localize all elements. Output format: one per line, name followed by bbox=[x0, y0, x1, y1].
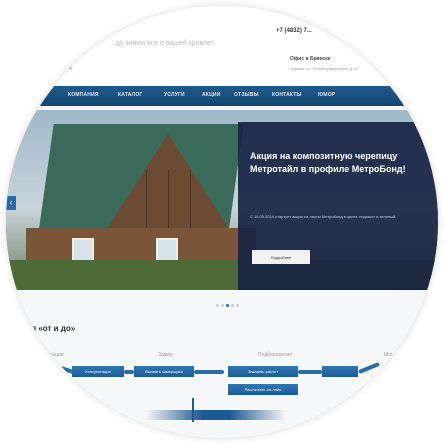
promo-text: С 18.05.2014 стартует акция на листы Мет… bbox=[250, 214, 397, 219]
nav-item-contacts[interactable]: КОНТАКТЫ bbox=[272, 92, 302, 98]
promo-title: Акция на композитную черепицу Метротайл … bbox=[250, 151, 406, 174]
header-office: Офис в Брянске bbox=[290, 56, 331, 62]
step-connector bbox=[358, 362, 380, 374]
installation-button[interactable] bbox=[322, 366, 358, 377]
nav-item-promotions[interactable]: АКЦИИ bbox=[202, 92, 221, 98]
call-measurer-button[interactable]: Вызвать замерщика bbox=[134, 366, 194, 377]
magnified-screenshot: ш ...ду знаем все о вашей кровле! +7 (48… bbox=[6, 6, 438, 438]
step-connector bbox=[194, 370, 224, 374]
slider-dots bbox=[216, 294, 241, 312]
nav-item-catalog[interactable]: КАТАЛОГ bbox=[118, 92, 142, 98]
step-label-measure: Замер bbox=[158, 352, 173, 358]
slider-dot[interactable] bbox=[231, 304, 234, 307]
header-tagline: ...ду знаем все о вашей кровле! bbox=[110, 40, 214, 47]
section-title: ...овля «от и до» bbox=[10, 324, 76, 333]
slider-dot-active[interactable] bbox=[226, 304, 229, 307]
hero-slider: ‹ Акция на композитную черепицу Метротай… bbox=[6, 110, 438, 290]
header-phone[interactable]: +7 (4832) 7... bbox=[276, 28, 312, 34]
step-connector bbox=[298, 370, 322, 374]
search-input[interactable] bbox=[410, 90, 438, 102]
calculate-online-button[interactable]: Рассчитать он-лайн bbox=[228, 384, 298, 395]
slider-dot[interactable] bbox=[236, 304, 239, 307]
logo-fragment[interactable]: ш bbox=[66, 64, 72, 71]
promo-more-button[interactable]: Подробнее bbox=[252, 250, 310, 264]
promo-panel: Акция на композитную черепицу Метротайл … bbox=[238, 122, 438, 290]
site-header: ш ...ду знаем все о вашей кровле! +7 (48… bbox=[6, 6, 438, 84]
consultation-button[interactable]: Консультация bbox=[72, 366, 124, 377]
nav-item-company[interactable]: КОМПАНИЯ bbox=[68, 92, 99, 98]
nav-item-reviews[interactable]: ОТЗЫВЫ bbox=[234, 92, 259, 98]
step-label-installation: Монта... bbox=[384, 352, 403, 358]
header-address: г. Брянск, ул. Станке Димитрова, д. 67 bbox=[288, 66, 359, 71]
nav-item-humor[interactable]: ЮМОР bbox=[318, 92, 335, 98]
step-connector bbox=[124, 370, 134, 374]
step-label-consultation: ...сультация bbox=[36, 352, 64, 358]
section-divider-stem bbox=[192, 398, 194, 422]
slider-prev-arrow-icon[interactable]: ‹ bbox=[6, 196, 16, 210]
step-label-calculation: Подбор-расчет bbox=[258, 352, 293, 358]
slider-dot[interactable] bbox=[221, 304, 224, 307]
slider-dot[interactable] bbox=[216, 304, 219, 307]
main-nav: КОМПАНИЯ КАТАЛОГ УСЛУГИ АКЦИИ ОТЗЫВЫ КОН… bbox=[6, 86, 438, 106]
nav-item-services[interactable]: УСЛУГИ bbox=[164, 92, 185, 98]
section-divider-bar bbox=[146, 410, 286, 420]
order-calculation-button[interactable]: Заказать расчет bbox=[228, 366, 298, 377]
